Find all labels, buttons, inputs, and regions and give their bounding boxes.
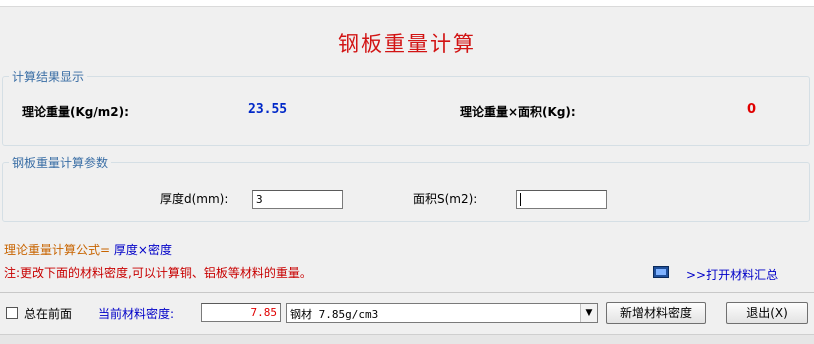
note-text: 注:更改下面的材料密度,可以计算铜、铝板等材料的重量。 [4,266,312,280]
window-top-edge [0,0,814,7]
results-legend: 计算结果显示 [12,70,85,84]
area-input[interactable] [516,190,607,209]
always-on-top-label[interactable]: 总在前面 [24,305,72,322]
formula-line: 理论重量计算公式= 厚度×密度 [4,241,172,258]
density-label: 当前材料密度: [98,307,175,321]
text-caret [520,193,521,206]
always-on-top-checkbox[interactable] [6,307,18,319]
divider [0,292,814,293]
theory-weight-label: 理论重量(Kg/m2): [22,105,129,119]
exit-button[interactable]: 退出(X) [726,302,808,324]
material-select[interactable]: 钢材 7.85g/cm3 ▼ [286,303,598,323]
open-summary-link[interactable]: >>打开材料汇总 [686,266,778,283]
params-legend: 钢板重量计算参数 [12,156,109,170]
material-select-value: 钢材 7.85g/cm3 [290,308,379,321]
params-group: 钢板重量计算参数 [2,154,810,222]
thickness-input[interactable]: 3 [252,190,343,209]
weight-area-label: 理论重量×面积(Kg): [460,105,576,119]
area-label: 面积S(m2): [413,192,478,206]
table-icon[interactable] [653,266,669,278]
add-density-button[interactable]: 新增材料密度 [606,302,706,324]
chevron-down-icon[interactable]: ▼ [580,304,597,322]
density-input[interactable]: 7.85 [201,303,281,322]
page-title: 钢板重量计算 [338,32,476,56]
formula-expression: 厚度×密度 [113,243,172,257]
thickness-label: 厚度d(mm): [160,192,229,206]
formula-label: 理论重量计算公式= [4,243,111,257]
theory-weight-value: 23.55 [248,102,288,117]
weight-area-value: 0 [747,102,757,117]
